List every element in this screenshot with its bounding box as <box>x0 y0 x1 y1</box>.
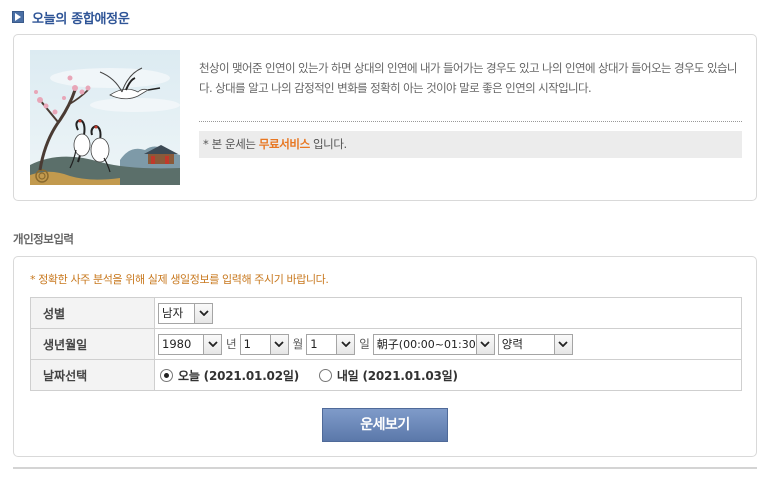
birth-day-value: 1 <box>310 337 318 351</box>
chevron-down-icon <box>203 334 221 354</box>
input-table: 성별 남자 생년월일 1980 년 1 월 1 일 朝子(00:00~01:30… <box>30 297 742 391</box>
day-unit: 일 <box>359 337 370 351</box>
personal-info-form: * 정확한 사주 분석을 위해 실제 생일정보를 입력해 주시기 바랍니다. 성… <box>13 256 757 457</box>
bottom-divider <box>13 467 757 469</box>
birth-month-select[interactable]: 1 <box>239 333 289 355</box>
section-title: 오늘의 종합애정운 <box>32 11 130 27</box>
chevron-down-icon <box>553 334 572 354</box>
birth-label: 생년월일 <box>30 328 155 360</box>
play-arrow-icon <box>12 11 24 23</box>
date-select-row: 날짜선택 오늘 (2021.01.02일) 내일 (2021.01.03일) <box>30 359 742 391</box>
section-header: 오늘의 종합애정운 <box>12 8 130 27</box>
today-option[interactable]: 오늘 (2021.01.02일) <box>158 367 299 384</box>
calendar-type-value: 양력 <box>501 337 523 351</box>
date-select-cell: 오늘 (2021.01.02일) 내일 (2021.01.03일) <box>154 359 742 391</box>
free-service-highlight: 무료서비스 <box>258 137 310 151</box>
birth-year-select[interactable]: 1980 <box>158 333 222 355</box>
gender-cell: 남자 <box>154 297 742 329</box>
note-suffix: 입니다. <box>309 137 347 151</box>
today-label: 오늘 (2021.01.02일) <box>178 368 299 383</box>
form-notice: * 정확한 사주 분석을 위해 실제 생일정보를 입력해 주시기 바랍니다. <box>30 273 329 286</box>
birth-day-select[interactable]: 1 <box>306 333 356 355</box>
gender-row: 성별 남자 <box>30 297 742 329</box>
birth-time-select[interactable]: 朝子(00:00~01:30) <box>372 333 495 355</box>
gender-label: 성별 <box>30 297 155 329</box>
tomorrow-label: 내일 (2021.01.03일) <box>336 368 458 383</box>
year-unit: 년 <box>226 337 237 351</box>
calendar-type-select[interactable]: 양력 <box>497 333 573 355</box>
divider <box>199 121 742 122</box>
today-radio[interactable] <box>160 368 173 382</box>
chevron-down-icon <box>194 303 212 323</box>
tomorrow-radio[interactable] <box>318 368 332 382</box>
month-unit: 월 <box>292 337 304 351</box>
cranes-illustration <box>30 50 180 185</box>
birth-year-value: 1980 <box>162 337 192 351</box>
free-service-note: * 본 운세는 무료서비스 입니다. <box>199 131 742 158</box>
chevron-down-icon <box>269 334 288 354</box>
personal-info-label: 개인정보입력 <box>13 232 74 246</box>
gender-select-value: 남자 <box>162 306 184 320</box>
intro-panel: 천상이 맺어준 인연이 있는가 하면 상대의 인연에 내가 들어가는 경우도 있… <box>13 34 757 201</box>
gender-select[interactable]: 남자 <box>158 302 213 324</box>
note-prefix: * 본 운세는 <box>203 137 259 151</box>
intro-description: 천상이 맺어준 인연이 있는가 하면 상대의 인연에 내가 들어가는 경우도 있… <box>199 61 738 95</box>
birth-cell: 1980 년 1 월 1 일 朝子(00:00~01:30) 양력 <box>154 328 742 360</box>
birth-time-value: 朝子(00:00~01:30) <box>376 338 476 351</box>
chevron-down-icon <box>475 334 494 354</box>
birth-month-value: 1 <box>243 337 251 351</box>
view-fortune-button[interactable]: 운세보기 <box>322 408 448 442</box>
date-select-label: 날짜선택 <box>30 359 155 391</box>
birth-row: 생년월일 1980 년 1 월 1 일 朝子(00:00~01:30) 양력 <box>30 328 742 360</box>
tomorrow-option[interactable]: 내일 (2021.01.03일) <box>317 367 458 384</box>
chevron-down-icon <box>336 334 355 354</box>
